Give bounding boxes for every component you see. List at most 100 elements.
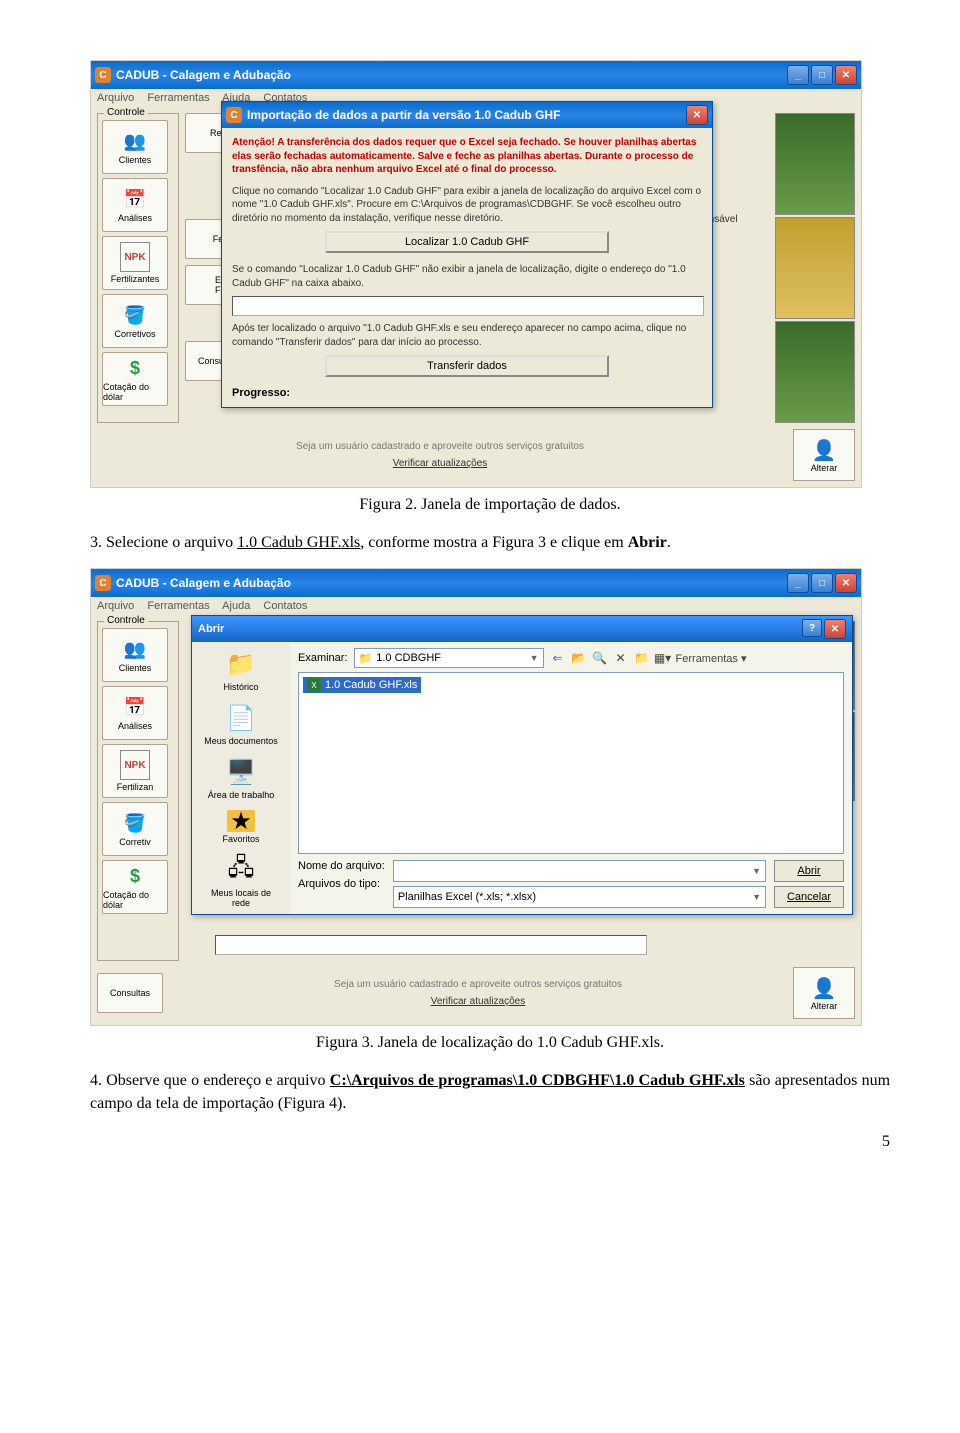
people-icon: 👥 (123, 129, 147, 153)
controle-panel-2: Controle 👥 Clientes 📅 Análises NPK Ferti… (97, 621, 179, 961)
cancel-button[interactable]: Cancelar (774, 886, 844, 908)
status-text: Seja um usuário cadastrado e aproveite o… (97, 441, 783, 452)
warning-text: Atenção! A transferência dos dados reque… (232, 136, 702, 177)
screenshot-figure-2: C CADUB - Calagem e Adubação _ □ ✕ Arqui… (90, 60, 862, 488)
behind-input (215, 935, 647, 955)
main-titlebar: C CADUB - Calagem e Adubação _ □ ✕ (91, 61, 861, 89)
calendar-icon-2: 📅 (123, 695, 147, 719)
path-input[interactable] (232, 296, 704, 316)
transfer-button[interactable]: Transferir dados (325, 355, 609, 377)
maximize-button[interactable]: □ (811, 65, 833, 85)
favorites-icon: ★ (227, 810, 255, 832)
filename-input[interactable]: ▼ (393, 860, 766, 882)
minimize-button-2[interactable]: _ (787, 573, 809, 593)
paragraph-step-4: 4. Observe que o endereço e arquivo C:\A… (90, 1070, 890, 1115)
alterar-button-2[interactable]: 👤 Alterar (793, 967, 855, 1019)
folder-combo[interactable]: 📁 1.0 CDBGHF ▼ (354, 648, 544, 668)
open-close-button[interactable]: ✕ (824, 619, 846, 639)
close-button[interactable]: ✕ (835, 65, 857, 85)
tools-dropdown[interactable]: Ferramentas ▾ (676, 652, 747, 665)
folder-icon: 📁 (359, 652, 373, 665)
controle-legend: Controle (104, 107, 148, 118)
network-icon: 🖧 (225, 854, 257, 886)
new-folder-icon[interactable]: 📁 (634, 650, 650, 666)
locate-button[interactable]: Localizar 1.0 Cadub GHF (325, 231, 609, 253)
menu-contatos-2[interactable]: Contatos (263, 600, 307, 612)
info-text-2: Se o comando "Localizar 1.0 Cadub GHF" n… (232, 263, 702, 290)
help-button[interactable]: ? (802, 619, 822, 637)
npk-icon-2: NPK (120, 750, 150, 780)
filename-label: Nome do arquivo: (298, 860, 385, 872)
back-icon[interactable]: ⇐ (550, 650, 566, 666)
fertilizantes-button-2[interactable]: NPK Fertilizan (102, 744, 168, 798)
xls-icon: X (307, 678, 321, 692)
progress-label: Progresso: (232, 387, 702, 399)
status-text-2: Seja um usuário cadastrado e aproveite o… (173, 979, 783, 990)
verify-link-2[interactable]: Verificar atualizações (173, 996, 783, 1007)
crop-image-3 (775, 321, 855, 423)
avatar-icon: 👤 (812, 438, 837, 463)
clientes-button-2[interactable]: 👥 Clientes (102, 628, 168, 682)
avatar-icon-2: 👤 (812, 976, 837, 1001)
menu-ferramentas[interactable]: Ferramentas (147, 92, 209, 104)
maximize-button-2[interactable]: □ (811, 573, 833, 593)
search-icon[interactable]: 🔍 (592, 650, 608, 666)
clientes-button[interactable]: 👥 Clientes (102, 120, 168, 174)
npk-icon: NPK (120, 242, 150, 272)
place-meus-docs[interactable]: 📄 Meus documentos (201, 702, 281, 746)
analises-button-2[interactable]: 📅 Análises (102, 686, 168, 740)
desktop-icon: 🖥️ (225, 756, 257, 788)
import-dialog: C Importação de dados a partir da versão… (221, 101, 713, 408)
bucket-icon: 🪣 (123, 303, 147, 327)
fertilizantes-button[interactable]: NPK Fertilizantes (102, 236, 168, 290)
minimize-button[interactable]: _ (787, 65, 809, 85)
controle-panel: Controle 👥 Clientes 📅 Análises NPK Ferti… (97, 113, 179, 423)
filetype-label: Arquivos do tipo: (298, 878, 385, 890)
paragraph-step-3: 3. Selecione o arquivo 1.0 Cadub GHF.xls… (90, 532, 890, 554)
menu-ferramentas-2[interactable]: Ferramentas (147, 600, 209, 612)
cotacao-button-2[interactable]: $ Cotação do dólar (102, 860, 168, 914)
center-area: C Importação de dados a partir da versão… (261, 113, 679, 423)
menu-arquivo-2[interactable]: Arquivo (97, 600, 134, 612)
info-text-1: Clique no comando "Localizar 1.0 Cadub G… (232, 185, 702, 226)
close-button-2[interactable]: ✕ (835, 573, 857, 593)
open-button[interactable]: Abrir (774, 860, 844, 882)
open-title: Abrir (198, 623, 224, 635)
import-close-button[interactable]: ✕ (686, 105, 708, 125)
corretivos-button[interactable]: 🪣 Corretivos (102, 294, 168, 348)
app-title: CADUB - Calagem e Adubação (116, 68, 291, 82)
place-historico[interactable]: 📁 Histórico (201, 648, 281, 692)
cotacao-button[interactable]: $ Cotação do dólar (102, 352, 168, 406)
dollar-icon: $ (123, 356, 147, 380)
open-titlebar: Abrir ? ✕ (192, 616, 852, 642)
filetype-combo[interactable]: Planilhas Excel (*.xls; *.xlsx) ▼ (393, 886, 766, 908)
dollar-icon-2: $ (123, 864, 147, 888)
delete-icon[interactable]: ✕ (613, 650, 629, 666)
people-icon-2: 👥 (123, 637, 147, 661)
corretivos-button-2[interactable]: 🪣 Corretiv (102, 802, 168, 856)
app-title-2: CADUB - Calagem e Adubação (116, 576, 291, 590)
main-titlebar-2: C CADUB - Calagem e Adubação _ □ ✕ (91, 569, 861, 597)
menu-ajuda-2[interactable]: Ajuda (222, 600, 250, 612)
alterar-button[interactable]: 👤 Alterar (793, 429, 855, 481)
verify-link[interactable]: Verificar atualizações (97, 458, 783, 469)
right-images (775, 113, 855, 423)
up-icon[interactable]: 📂 (571, 650, 587, 666)
views-icon[interactable]: ▦▾ (655, 650, 671, 666)
history-icon: 📁 (225, 648, 257, 680)
consultas-button-2[interactable]: Consultas (97, 973, 163, 1013)
place-area[interactable]: 🖥️ Área de trabalho (201, 756, 281, 800)
place-favoritos[interactable]: ★ Favoritos (201, 810, 281, 844)
app-icon: C (95, 67, 111, 83)
calendar-icon: 📅 (123, 187, 147, 211)
examine-label: Examinar: (298, 652, 348, 664)
menu-arquivo[interactable]: Arquivo (97, 92, 134, 104)
documents-icon: 📄 (225, 702, 257, 734)
file-list[interactable]: X 1.0 Cadub GHF.xls (298, 672, 844, 854)
info-text-3: Após ter localizado o arquivo "1.0 Cadub… (232, 322, 702, 349)
place-locais[interactable]: 🖧 Meus locais de rede (201, 854, 281, 908)
menubar-2: Arquivo Ferramentas Ajuda Contatos (91, 597, 861, 615)
dialog-icon: C (226, 107, 242, 123)
file-item-selected[interactable]: X 1.0 Cadub GHF.xls (303, 677, 421, 693)
analises-button[interactable]: 📅 Análises (102, 178, 168, 232)
